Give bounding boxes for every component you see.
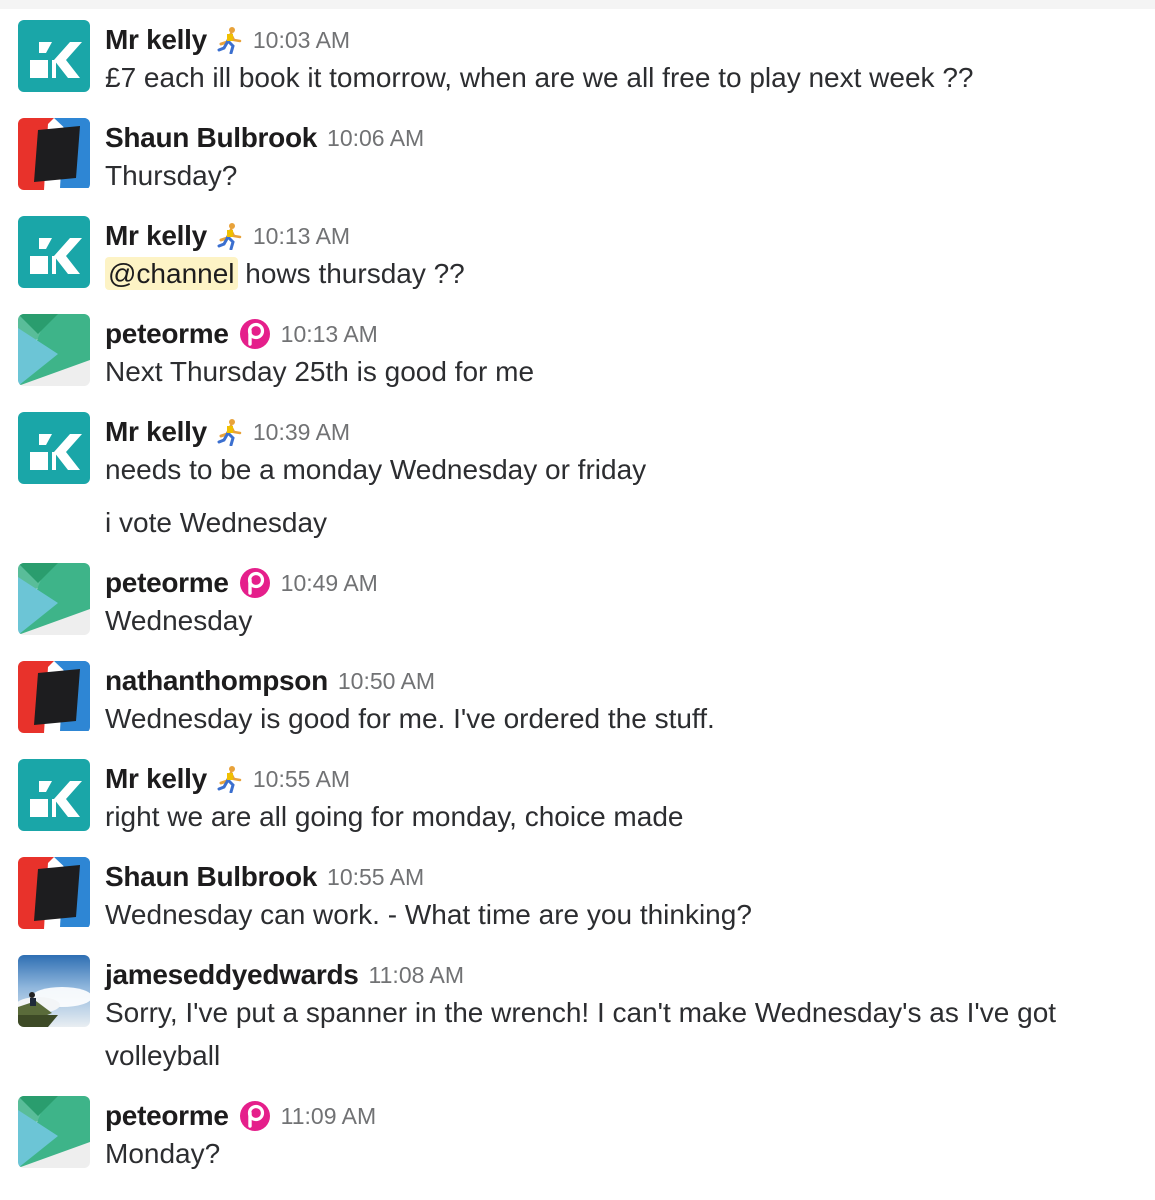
message-header: Shaun Bulbrook 10:06 AM [105, 118, 424, 158]
ck-logo-avatar[interactable] [18, 20, 90, 92]
author-name[interactable]: Mr kelly [105, 416, 207, 448]
timestamp[interactable]: 10:49 AM [281, 570, 378, 597]
green-triangle-avatar[interactable] [18, 314, 90, 386]
message-line: volleyball [105, 1040, 221, 1071]
timestamp[interactable]: 11:09 AM [281, 1103, 376, 1130]
top-divider [0, 0, 1155, 9]
message-line: Wednesday [105, 605, 253, 636]
timestamp[interactable]: 10:13 AM [281, 321, 378, 348]
message-text: Wednesday is good for me. I've ordered t… [105, 703, 715, 735]
pink-p-logo-icon [239, 1100, 271, 1132]
red-blue-black-square-avatar[interactable] [18, 661, 90, 733]
author-name[interactable]: Shaun Bulbrook [105, 861, 317, 893]
ck-logo-avatar[interactable] [18, 412, 90, 484]
timestamp[interactable]: 10:55 AM [253, 766, 350, 793]
green-triangle-avatar[interactable] [18, 563, 90, 635]
message-line: needs to be a monday Wednesday or friday [105, 454, 647, 485]
author-name[interactable]: Mr kelly [105, 24, 207, 56]
mountain-photo-avatar[interactable] [18, 955, 90, 1027]
message-header: peteorme 11:09 AM [105, 1096, 376, 1136]
timestamp[interactable]: 11:08 AM [369, 962, 464, 989]
message-line: Wednesday can work. - What time are you … [105, 899, 752, 930]
message-text: needs to be a monday Wednesday or friday [105, 454, 646, 486]
runner-emoji-icon [217, 418, 243, 446]
author-name[interactable]: Mr kelly [105, 763, 207, 795]
message-text: Wednesday [105, 605, 252, 637]
message-text: Wednesday can work. - What time are you … [105, 899, 752, 931]
runner-emoji-icon [217, 765, 243, 793]
message-text: £7 each ill book it tomorrow, when are w… [105, 62, 973, 94]
message-text: Sorry, I've put a spanner in the wrench!… [105, 997, 1056, 1029]
timestamp[interactable]: 10:06 AM [327, 125, 424, 152]
ck-logo-avatar[interactable] [18, 759, 90, 831]
message-header: Mr kelly 10:13 AM [105, 216, 350, 256]
message-line: hows thursday ?? [245, 258, 465, 289]
timestamp[interactable]: 10:50 AM [338, 668, 435, 695]
message-line: Next Thursday 25th is good for me [105, 356, 535, 387]
message-header: peteorme 10:13 AM [105, 314, 378, 354]
message-text: Thursday? [105, 160, 237, 192]
message-text: i vote Wednesday [105, 507, 327, 539]
author-name[interactable]: nathanthompson [105, 665, 328, 697]
author-name[interactable]: peteorme [105, 567, 229, 599]
message-line: i vote Wednesday [105, 507, 328, 538]
red-blue-black-square-avatar[interactable] [18, 118, 90, 190]
timestamp[interactable]: 10:55 AM [327, 864, 424, 891]
message-header: Shaun Bulbrook 10:55 AM [105, 857, 424, 897]
author-name[interactable]: jameseddyedwards [105, 959, 359, 991]
message-line: Thursday? [105, 160, 238, 191]
timestamp[interactable]: 10:39 AM [253, 419, 350, 446]
message-line: Wednesday is good for me. I've ordered t… [105, 703, 715, 734]
message-line: £7 each ill book it tomorrow, when are w… [105, 62, 974, 93]
runner-emoji-icon [217, 222, 243, 250]
runner-emoji-icon [217, 26, 243, 54]
message-line: right we are all going for monday, choic… [105, 801, 684, 832]
message-header: Mr kelly 10:55 AM [105, 759, 350, 799]
message-text: volleyball [105, 1040, 220, 1072]
author-name[interactable]: Shaun Bulbrook [105, 122, 317, 154]
message-text: Monday? [105, 1138, 220, 1170]
message-header: Mr kelly 10:03 AM [105, 20, 350, 60]
message-header: peteorme 10:49 AM [105, 563, 378, 603]
author-name[interactable]: peteorme [105, 1100, 229, 1132]
message-text: right we are all going for monday, choic… [105, 801, 683, 833]
green-triangle-avatar[interactable] [18, 1096, 90, 1168]
author-name[interactable]: Mr kelly [105, 220, 207, 252]
ck-logo-avatar[interactable] [18, 216, 90, 288]
pink-p-logo-icon [239, 567, 271, 599]
message-header: Mr kelly 10:39 AM [105, 412, 350, 452]
message-line: Monday? [105, 1138, 221, 1169]
red-blue-black-square-avatar[interactable] [18, 857, 90, 929]
timestamp[interactable]: 10:03 AM [253, 27, 350, 54]
message-line: Sorry, I've put a spanner in the wrench!… [105, 997, 1057, 1028]
timestamp[interactable]: 10:13 AM [253, 223, 350, 250]
message-header: nathanthompson 10:50 AM [105, 661, 435, 701]
pink-p-logo-icon [239, 318, 271, 350]
message-text: Next Thursday 25th is good for me [105, 356, 534, 388]
message-text: @channel hows thursday ?? [105, 257, 465, 290]
channel-mention[interactable]: @channel [105, 257, 238, 290]
message-header: jameseddyedwards 11:08 AM [105, 955, 464, 995]
author-name[interactable]: peteorme [105, 318, 229, 350]
